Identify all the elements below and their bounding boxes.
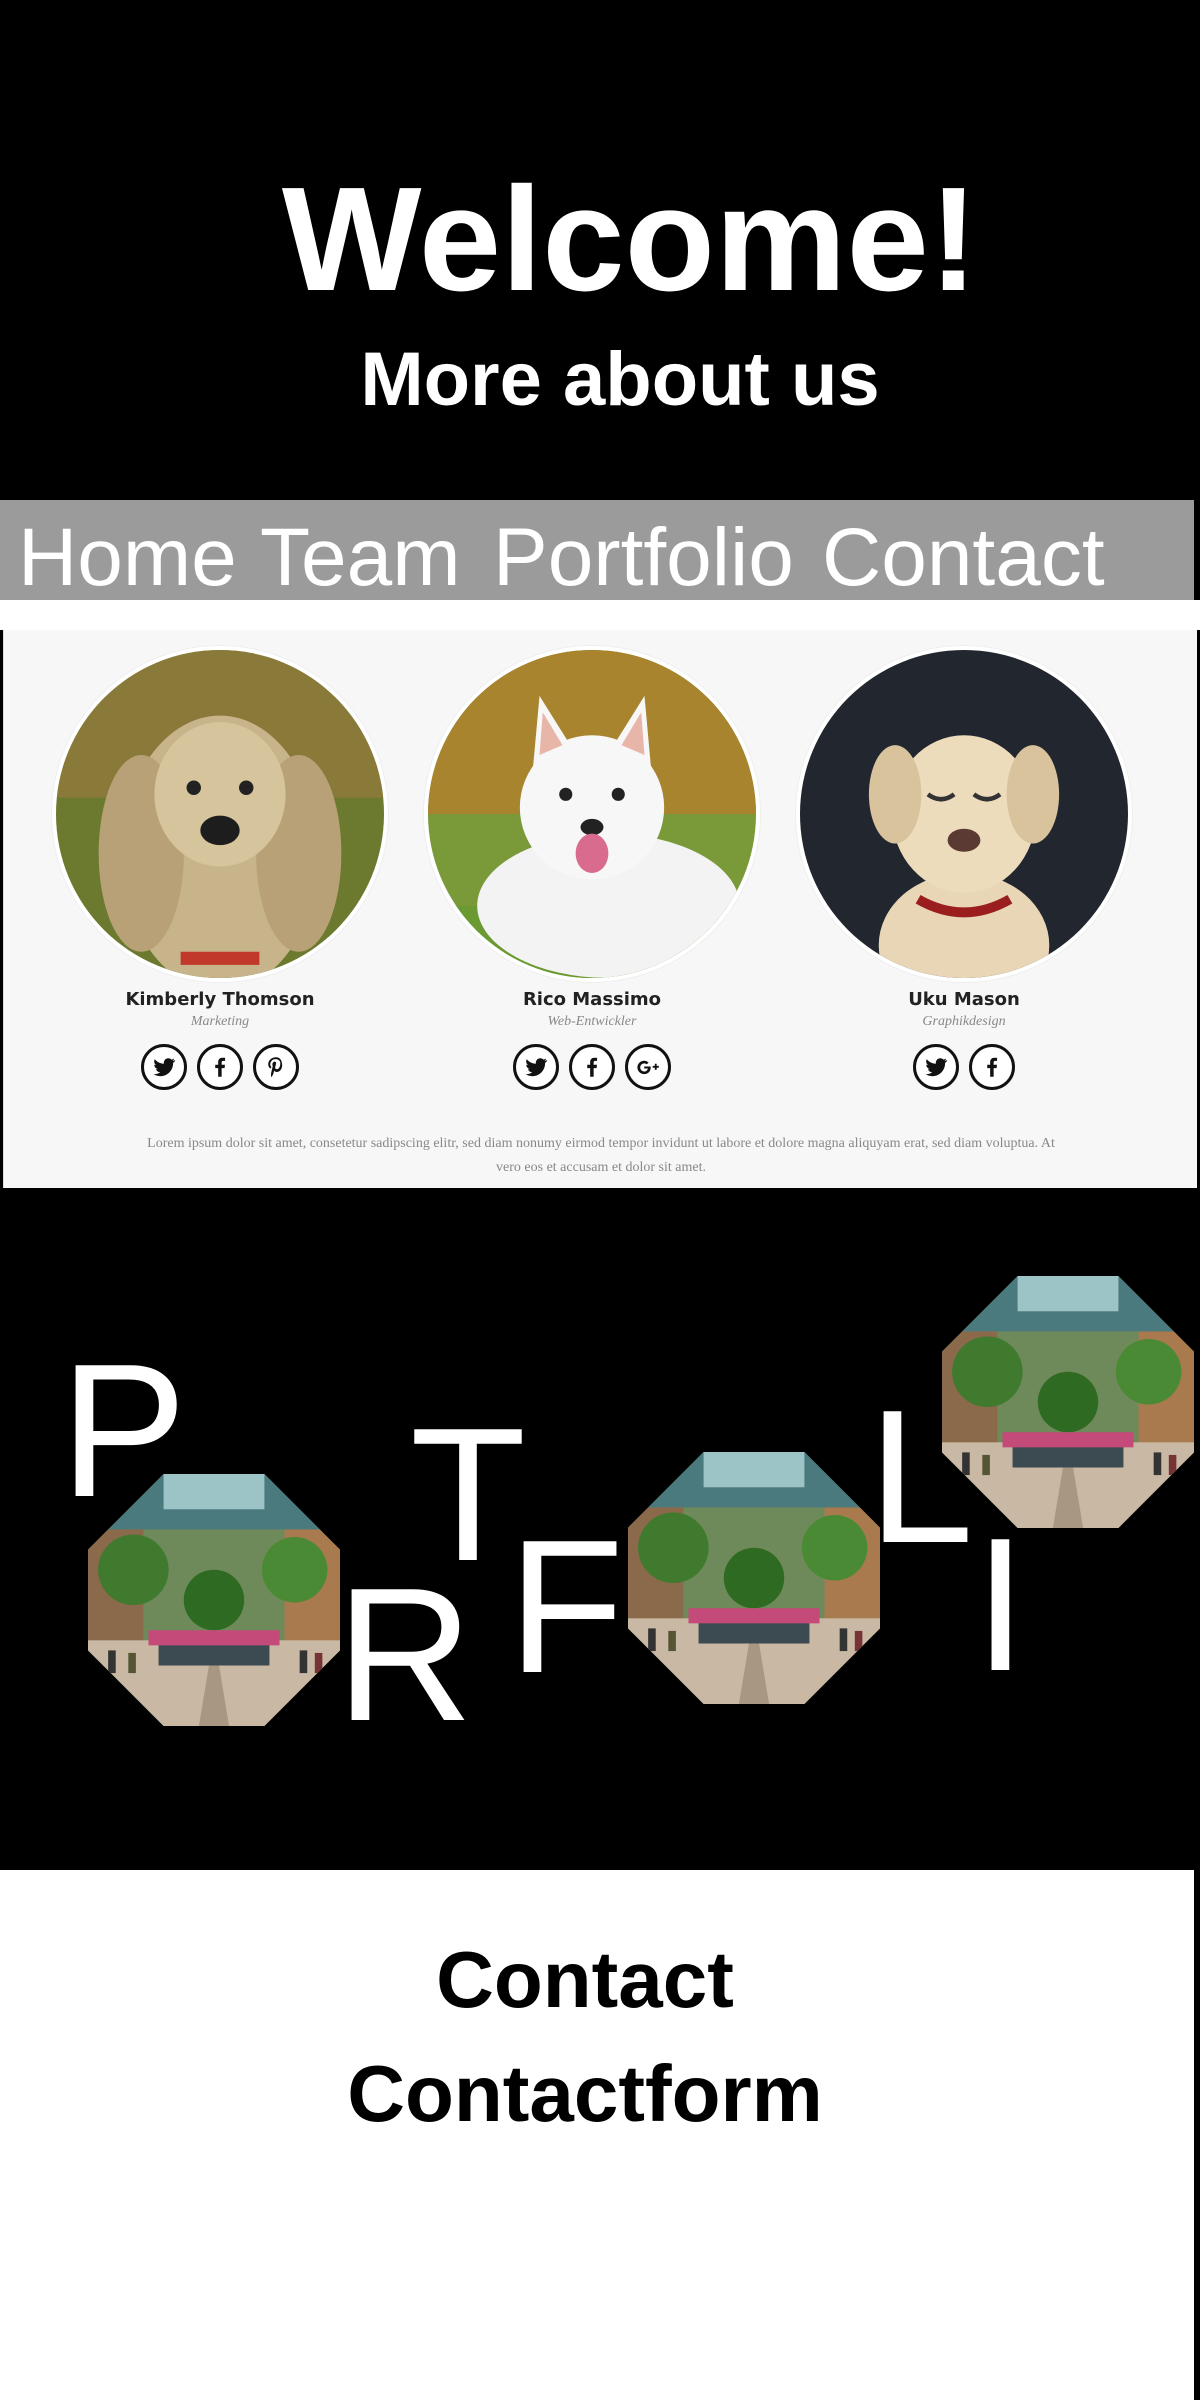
avatar [424,646,760,982]
google-plus-icon[interactable] [625,1044,671,1090]
contact-title: Contact [436,1935,734,2024]
member-name: Kimberly Thomson [125,989,315,1010]
member-role: Graphikdesign [922,1014,1006,1029]
facebook-icon[interactable] [969,1044,1015,1090]
twitter-icon[interactable] [913,1044,959,1090]
team-member-card: Rico Massimo Web-Entwickler [422,646,762,1090]
nav-item-home[interactable]: Home [18,508,237,608]
avatar [52,646,388,982]
social-links [50,1044,390,1090]
avatar [796,646,1132,982]
contact-form-title: Contactform [347,2049,823,2138]
nav-item-portfolio[interactable]: Portfolio [493,508,794,608]
portfolio-section: P R T F L I [0,1188,1200,1870]
contact-section: Contact Contactform [0,1870,1194,2400]
team-member-card: Kimberly Thomson Marketing [50,646,390,1090]
social-links [422,1044,762,1090]
member-role: Marketing [190,1014,250,1029]
nav-item-contact[interactable]: Contact [822,508,1105,608]
hero-section: Welcome! More about us [0,0,1200,500]
poodle-photo [56,650,384,978]
portfolio-letter: F [508,1501,625,1713]
portfolio-letter: L [868,1371,974,1583]
portfolio-image[interactable] [942,1276,1194,1528]
labrador-photo [800,650,1128,978]
divider [0,600,1200,630]
hero-subtitle: More about us [360,337,880,422]
team-member-card: Uku Mason Graphikdesign [794,646,1134,1090]
member-name: Uku Mason [908,989,1020,1010]
member-role: Web-Entwickler [547,1014,637,1029]
hero-title: Welcome! [281,157,979,322]
member-name: Rico Massimo [522,989,662,1010]
pinterest-icon[interactable] [253,1044,299,1090]
facebook-icon[interactable] [197,1044,243,1090]
twitter-icon[interactable] [141,1044,187,1090]
social-links [794,1044,1134,1090]
team-description: Lorem ipsum dolor sit amet, consetetur s… [147,1136,1055,1175]
facebook-icon[interactable] [569,1044,615,1090]
white-dog-photo [428,650,756,978]
twitter-icon[interactable] [513,1044,559,1090]
portfolio-letter: P [60,1325,187,1537]
main-nav: Home Team Portfolio Contact [0,500,1194,603]
nav-item-team[interactable]: Team [260,508,461,608]
portfolio-letter: I [974,1499,1027,1711]
team-section: Kimberly Thomson Marketing Rico Massimo … [3,630,1197,1188]
portfolio-image[interactable] [628,1452,880,1704]
